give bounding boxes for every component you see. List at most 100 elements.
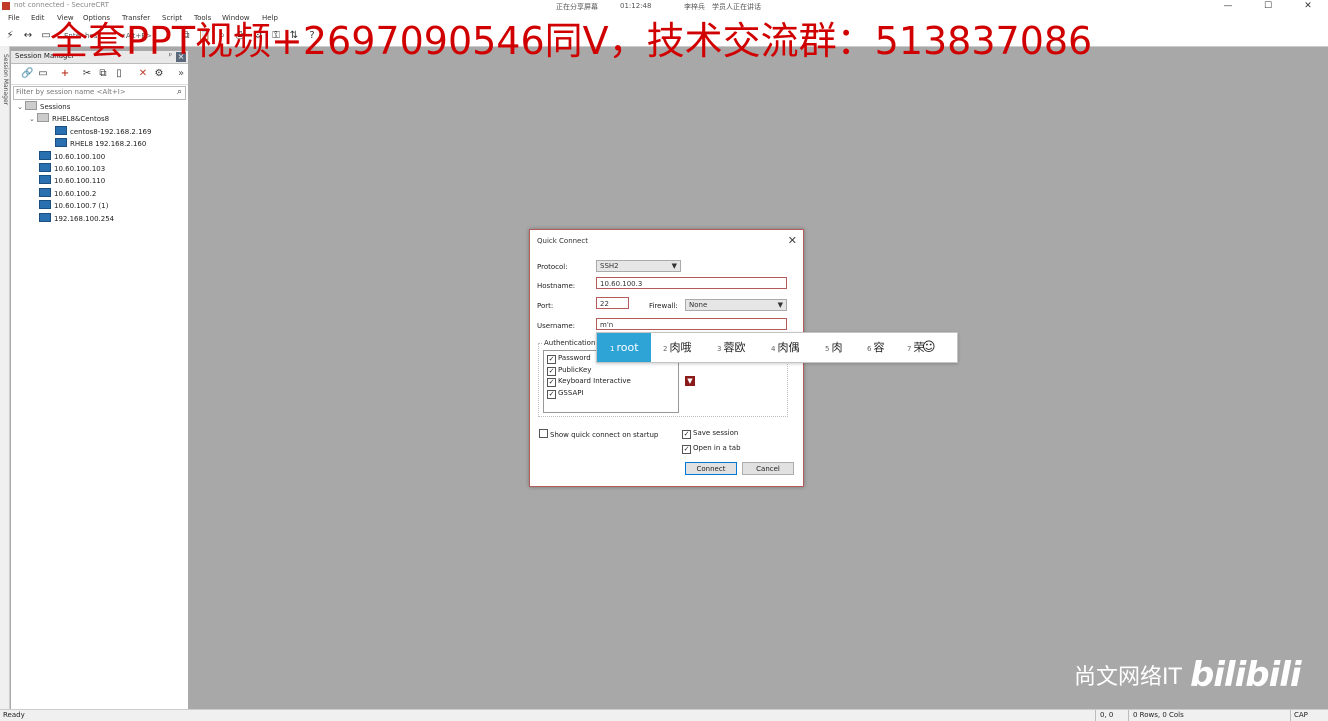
tree-folder[interactable]: ⌄ RHEL8&Centos8 xyxy=(29,113,109,125)
cut-icon[interactable]: ✂ xyxy=(81,68,93,80)
menu-edit[interactable]: Edit xyxy=(31,14,45,22)
ime-candidate[interactable]: 6容 xyxy=(867,333,884,362)
firewall-value: None xyxy=(689,301,708,309)
auth-method-checkbox[interactable]: ✓ Password xyxy=(547,354,591,364)
show-on-startup-checkbox[interactable]: Show quick connect on startup xyxy=(539,429,658,439)
close-window-button[interactable]: ✕ xyxy=(1288,0,1328,12)
delete-icon[interactable]: ✕ xyxy=(137,68,149,80)
tree-item-label: 10.60.100.7 (1) xyxy=(54,202,109,211)
port-field[interactable]: 22 xyxy=(596,297,629,309)
expand-toggle-icon[interactable]: ⌄ xyxy=(29,115,37,123)
cancel-button[interactable]: Cancel xyxy=(742,462,794,475)
status-divider xyxy=(1095,710,1096,721)
chevron-down-icon: ▼ xyxy=(671,262,677,270)
tree-item-label: 10.60.100.100 xyxy=(54,152,106,161)
check-icon: ✓ xyxy=(547,378,556,387)
folder-icon xyxy=(37,113,49,123)
maximize-button[interactable]: ☐ xyxy=(1248,0,1288,12)
firewall-label: Firewall: xyxy=(649,302,678,310)
tree-session[interactable]: RHEL8 192.168.2.160 xyxy=(55,138,146,150)
tree-session[interactable]: 10.60.100.110 xyxy=(39,175,105,187)
protocol-label: Protocol: xyxy=(537,263,568,271)
tree-item-label: Sessions xyxy=(40,103,71,111)
search-icon[interactable]: ⌕ xyxy=(177,87,182,97)
connect-icon[interactable]: ⚡ xyxy=(4,30,16,42)
ime-candidate[interactable]: 1 root xyxy=(597,333,651,362)
terminal-icon xyxy=(39,150,51,160)
auth-method-checkbox[interactable]: ✓ GSSAPI xyxy=(547,389,584,399)
terminal-icon xyxy=(55,125,67,135)
copy-session-icon[interactable]: ⧉ xyxy=(97,68,109,80)
check-icon: ✓ xyxy=(682,430,691,439)
tree-item-label: 10.60.100.110 xyxy=(54,177,106,186)
status-divider xyxy=(1128,710,1129,721)
folder-open-icon[interactable]: ▭ xyxy=(37,68,49,80)
folder-icon xyxy=(25,101,37,110)
session-manager-toolbar: 🔗 ▭ + ✂ ⧉ ▯ ✕ ⚙ » xyxy=(11,64,188,85)
ime-candidate-bar: ☺ 1 root 2 肉哦 3 蓉欧 4 肉偶 5 肉 6 容 7 荣 xyxy=(596,332,958,363)
move-down-icon[interactable]: ▼ xyxy=(685,376,695,386)
tree-item-label: 192.168.100.254 xyxy=(54,214,115,223)
overflow-icon[interactable]: » xyxy=(175,68,187,80)
ime-candidate-text: 肉哦 xyxy=(669,341,692,354)
auth-method-checkbox[interactable]: ✓ Keyboard Interactive xyxy=(547,377,631,387)
corner-branding: 尚文网络IT bilibili xyxy=(1074,655,1302,695)
paste-session-icon[interactable]: ▯ xyxy=(113,68,125,80)
ime-candidate[interactable]: 3 蓉欧 xyxy=(717,333,745,362)
session-manager-panel: Session Manager ᵖ × 🔗 ▭ + ✂ ⧉ ▯ ✕ ⚙ » ⌕ … xyxy=(10,50,189,712)
terminal-icon xyxy=(39,175,51,185)
auth-method-checkbox[interactable]: ✓ PublicKey xyxy=(547,366,591,376)
session-manager-tab[interactable]: Session Manager xyxy=(0,54,9,105)
ime-candidate-number: 1 xyxy=(610,345,615,353)
ime-candidate-text: root xyxy=(616,341,639,354)
tree-folder[interactable]: ⌄ Sessions xyxy=(17,101,70,113)
authentication-label: Authentication xyxy=(543,339,597,347)
side-tab-strip: Session Manager xyxy=(0,46,10,710)
check-icon: ✓ xyxy=(547,366,556,376)
watermark-text: 全套PPT视频+2697090546同V，技术交流群：513837086 xyxy=(50,19,1093,63)
link-icon[interactable]: 🔗 xyxy=(21,68,33,80)
tree-session[interactable]: centos8-192.168.2.169 xyxy=(55,125,151,138)
ime-candidate[interactable]: 2 肉哦 xyxy=(663,333,691,362)
hostname-field[interactable]: 10.60.100.3 xyxy=(596,277,787,289)
auth-method-label: PublicKey xyxy=(558,365,592,374)
ime-candidate-number: 2 xyxy=(663,345,668,353)
save-session-label: Save session xyxy=(693,429,739,437)
ime-candidate[interactable]: 7荣 xyxy=(907,333,924,362)
properties-icon[interactable]: ⚙ xyxy=(153,68,165,80)
dialog-close-icon[interactable]: ✕ xyxy=(788,234,797,247)
ime-candidate[interactable]: 5肉 xyxy=(825,333,842,362)
tree-session[interactable]: 10.60.100.100 xyxy=(39,150,106,163)
protocol-select[interactable]: SSH2 ▼ xyxy=(596,260,681,272)
firewall-select[interactable]: None ▼ xyxy=(685,299,787,311)
connect-button[interactable]: Connect xyxy=(685,462,737,475)
ime-candidate-text: 肉偶 xyxy=(777,341,800,354)
show-on-startup-label: Show quick connect on startup xyxy=(550,431,659,439)
tree-session[interactable]: 10.60.100.2 xyxy=(39,187,97,200)
session-filter: ⌕ xyxy=(13,86,186,100)
minimize-button[interactable]: — xyxy=(1208,0,1248,12)
tree-session[interactable]: 10.60.100.7 (1) xyxy=(39,200,108,212)
auth-method-label: GSSAPI xyxy=(558,388,584,397)
open-in-tab-checkbox[interactable]: ✓ Open in a tab xyxy=(682,444,741,454)
check-icon: ✓ xyxy=(547,389,556,399)
tree-item-label: 10.60.100.2 xyxy=(54,189,97,198)
ime-candidate-text: 容 xyxy=(873,341,885,354)
status-ready: Ready xyxy=(3,711,25,719)
expand-toggle-icon[interactable]: ⌄ xyxy=(17,103,25,111)
session-filter-input[interactable] xyxy=(14,87,168,97)
quick-connect-icon[interactable]: ↔ xyxy=(22,30,34,42)
tree-session[interactable]: 10.60.100.103 xyxy=(39,163,105,175)
ime-candidate[interactable]: 4 肉偶 xyxy=(771,333,799,362)
check-icon: ✓ xyxy=(547,355,556,364)
tree-item-label: RHEL8 192.168.2.160 xyxy=(70,140,147,149)
save-session-checkbox[interactable]: ✓ Save session xyxy=(682,429,738,439)
ime-candidate-number: 5 xyxy=(825,345,830,353)
ime-candidate-number: 6 xyxy=(867,345,872,353)
menu-file[interactable]: File xyxy=(8,14,20,22)
username-field[interactable]: m'n xyxy=(596,318,787,330)
hostname-label: Hostname: xyxy=(537,282,576,290)
new-session-icon[interactable]: + xyxy=(59,68,71,80)
tree-session[interactable]: 192.168.100.254 xyxy=(39,212,115,225)
status-caps: CAP xyxy=(1294,711,1308,719)
